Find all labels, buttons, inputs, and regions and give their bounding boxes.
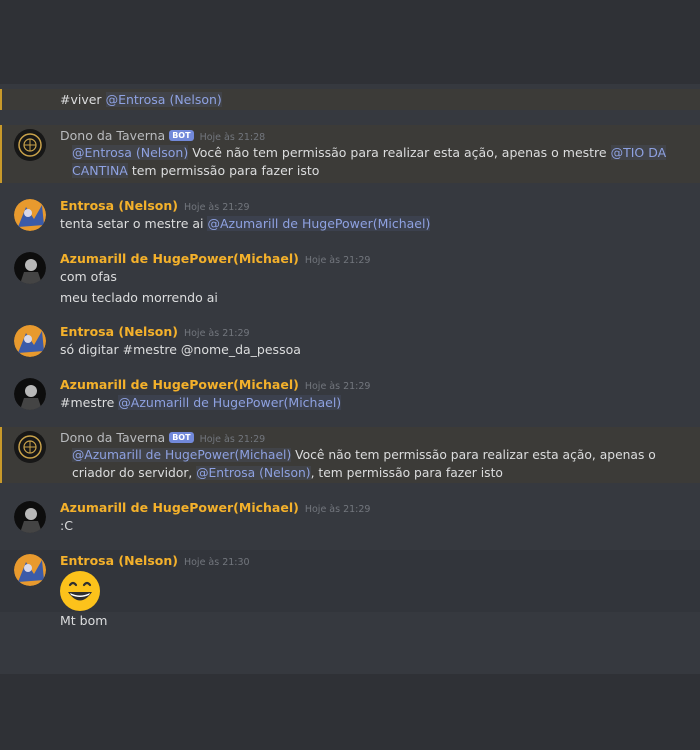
user-mention[interactable]: @Azumarill de HugePower(Michael) [118,395,342,410]
taverna-logo-icon [14,129,46,161]
taverna-logo-icon [14,431,46,463]
message-header: Dono da Taverna BOT Hoje às 21:29 [60,430,265,446]
user-avatar-icon [14,378,46,410]
avatar[interactable] [14,431,46,463]
user-avatar-icon [14,501,46,533]
message-row[interactable]: Dono da Taverna BOT Hoje às 21:29 @Azumari… [0,427,700,483]
avatar[interactable] [14,378,46,410]
timestamp: Hoje às 21:28 [199,132,266,143]
avatar[interactable] [14,501,46,533]
message-text: Você não tem permissão para realizar est… [188,145,611,160]
user-mention[interactable]: @Entrosa (Nelson) [196,466,311,480]
username[interactable]: Azumarill de HugePower(Michael) [60,251,299,266]
avatar[interactable] [14,554,46,586]
message-content: #mestre @Azumarill de HugePower(Michael) [60,395,342,410]
username[interactable]: Entrosa (Nelson) [60,553,178,568]
message-header: Azumarill de HugePower(Michael) Hoje às 2… [60,251,370,267]
avatar[interactable] [14,252,46,284]
message-content: #viver @Entrosa (Nelson) [60,92,222,107]
message-row[interactable]: #viver @Entrosa (Nelson) [0,89,700,110]
message-text: #mestre [60,395,119,410]
message-content: tenta setar o mestre ai @Azumarill de Hu… [60,216,431,231]
grinning-face-icon [61,572,99,610]
message-header: Azumarill de HugePower(Michael) Hoje às 2… [60,377,370,393]
user-avatar-icon [14,199,46,231]
message-header: Dono da Taverna BOT Hoje às 21:28 [60,128,265,144]
message-text: só digitar #mestre @nome_da_pessoa [60,342,301,357]
username[interactable]: Azumarill de HugePower(Michael) [60,377,299,392]
avatar[interactable] [14,199,46,231]
message-row[interactable]: Azumarill de HugePower(Michael) Hoje às 2… [0,494,700,540]
message-header: Azumarill de HugePower(Michael) Hoje às 2… [60,500,370,516]
user-mention[interactable]: @Azumarill de HugePower(Michael) [207,216,431,231]
username[interactable]: Azumarill de HugePower(Michael) [60,500,299,515]
grinning-face-emoji[interactable] [60,571,100,611]
message-text: , tem permissão para fazer isto [310,466,503,480]
user-mention[interactable]: @Azumarill de HugePower(Michael) [72,448,292,462]
message-header: Entrosa (Nelson) Hoje às 21:29 [60,324,250,340]
message-text: tem permissão para fazer isto [127,163,320,178]
message-content: @Azumarill de HugePower(Michael) Você nã… [72,446,697,482]
username[interactable]: Dono da Taverna [60,128,165,143]
user-avatar-icon [14,252,46,284]
timestamp: Hoje às 21:29 [304,255,371,266]
username[interactable]: Entrosa (Nelson) [60,198,178,213]
message-text: tenta setar o mestre ai [60,216,208,231]
message-text: com ofas [60,269,117,284]
avatar[interactable] [14,325,46,357]
message-row[interactable]: Azumarill de HugePower(Michael) Hoje às 2… [0,371,700,417]
timestamp: Hoje às 21:29 [183,202,250,213]
timestamp: Hoje às 21:29 [199,434,266,445]
timestamp: Hoje às 21:29 [304,504,371,515]
message-text: :C [60,518,73,533]
username[interactable]: Dono da Taverna [60,430,165,445]
message-row[interactable]: Entrosa (Nelson) Hoje às 21:29 tenta seta… [0,192,700,238]
user-mention[interactable]: @Entrosa (Nelson) [72,145,189,160]
timestamp: Hoje às 21:29 [183,328,250,339]
chat-area: #viver @Entrosa (Nelson) Dono da Taverna… [0,84,700,674]
message-text: meu teclado morrendo ai [60,290,218,305]
timestamp: Hoje às 21:29 [304,381,371,392]
bot-badge: BOT [169,130,194,141]
avatar[interactable] [14,129,46,161]
message-text: Mt bom [60,613,108,628]
message-row[interactable]: Entrosa (Nelson) Hoje às 21:29 só digitar… [0,318,700,364]
message-header: Entrosa (Nelson) Hoje às 21:30 [60,553,250,569]
user-mention[interactable]: @Entrosa (Nelson) [105,92,222,107]
username[interactable]: Entrosa (Nelson) [60,324,178,339]
timestamp: Hoje às 21:30 [183,557,250,568]
message-row[interactable]: Entrosa (Nelson) Hoje às 21:30 [0,550,700,612]
message-header: Entrosa (Nelson) Hoje às 21:29 [60,198,250,214]
message-row[interactable]: Azumarill de HugePower(Michael) Hoje às 2… [0,245,700,311]
message-row[interactable]: Dono da Taverna BOT Hoje às 21:28 @Entrosa… [0,125,700,183]
bot-badge: BOT [169,432,194,443]
message-text: #viver [60,92,102,107]
user-avatar-icon [14,325,46,357]
user-avatar-icon [14,554,46,586]
message-content: @Entrosa (Nelson) Você não tem permissão… [72,144,697,180]
